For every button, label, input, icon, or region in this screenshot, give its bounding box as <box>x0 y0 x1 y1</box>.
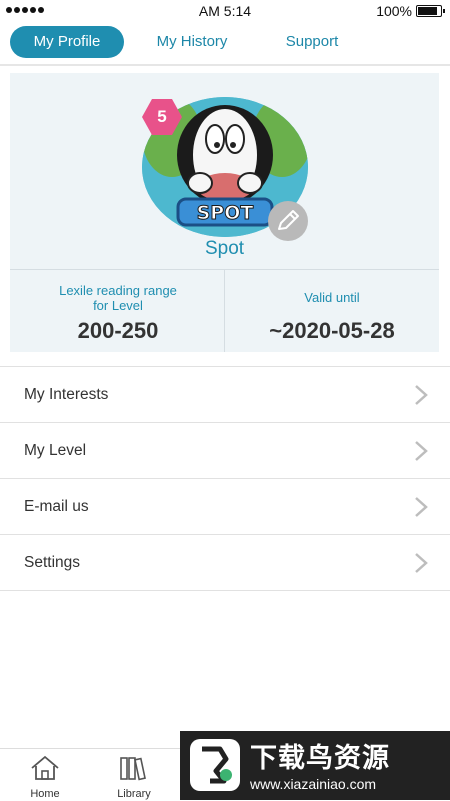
menu-item-label: My Level <box>24 442 87 459</box>
profile-menu: My Interests My Level E-mail us Settings <box>0 366 450 591</box>
nav-home[interactable]: Home <box>15 755 75 800</box>
pencil-icon <box>278 210 299 230</box>
watermark-url: www.xiazainiao.com <box>250 776 377 792</box>
profile-card: SPOT 5 Spot Lexile reading range for Lev… <box>10 73 439 352</box>
top-tabs: My Profile My History Support <box>0 22 450 66</box>
menu-item-my-level[interactable]: My Level <box>0 423 450 479</box>
watermark-logo-icon <box>190 739 240 791</box>
library-icon <box>120 757 146 781</box>
battery-icon <box>416 5 445 17</box>
avatar-name-tag: SPOT <box>197 202 254 224</box>
lexile-range-label: Lexile reading range for Level <box>20 283 216 313</box>
menu-item-email-us[interactable]: E-mail us <box>0 479 450 535</box>
menu-item-my-interests[interactable]: My Interests <box>0 367 450 423</box>
chevron-right-icon <box>415 441 428 461</box>
level-badge: 5 <box>142 99 182 135</box>
chevron-right-icon <box>415 497 428 517</box>
valid-until-value: ~2020-05-28 <box>269 318 395 343</box>
lexile-label-line1: Lexile reading range <box>59 283 177 298</box>
status-bar: AM 5:14 100% <box>0 0 450 22</box>
chevron-right-icon <box>415 385 428 405</box>
home-icon <box>31 755 59 780</box>
watermark-title: 下载鸟资源 <box>250 743 390 774</box>
lexile-range-value: 200-250 <box>77 318 159 343</box>
tab-support[interactable]: Support <box>268 26 356 58</box>
battery-percentage: 100% <box>376 3 412 19</box>
menu-item-label: My Interests <box>24 386 109 403</box>
tab-my-profile[interactable]: My Profile <box>10 26 124 58</box>
menu-item-label: E-mail us <box>24 498 89 515</box>
menu-item-label: Settings <box>24 554 81 571</box>
nav-library[interactable]: Library <box>104 755 164 800</box>
nav-home-label: Home <box>30 788 60 800</box>
chevron-right-icon <box>415 553 428 573</box>
nav-library-label: Library <box>117 788 151 800</box>
lexile-label-line2: for Level <box>93 298 143 313</box>
menu-item-settings[interactable]: Settings <box>0 535 450 591</box>
watermark-banner: 下载鸟资源 www.xiazainiao.com <box>180 731 450 800</box>
valid-until-label: Valid until <box>304 290 360 305</box>
tab-my-history[interactable]: My History <box>140 26 244 58</box>
level-number: 5 <box>157 107 167 126</box>
edit-avatar-button[interactable] <box>268 201 308 241</box>
profile-name: Spot <box>204 238 245 259</box>
